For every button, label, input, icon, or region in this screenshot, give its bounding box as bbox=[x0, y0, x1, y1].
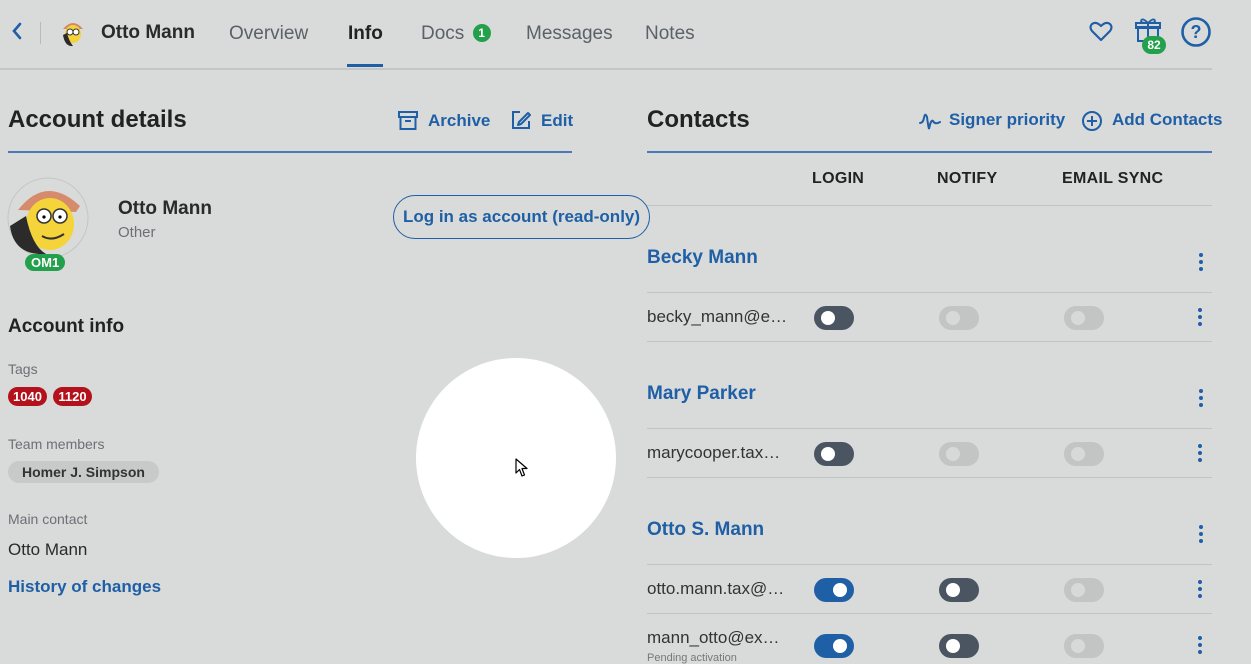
divider bbox=[647, 292, 1212, 293]
gift-count-badge: 82 bbox=[1142, 36, 1166, 54]
team-member-chip: Homer J. Simpson bbox=[8, 461, 159, 483]
divider bbox=[647, 428, 1212, 429]
help-icon[interactable]: ? bbox=[1180, 16, 1214, 50]
divider bbox=[647, 477, 1212, 478]
more-options-icon[interactable] bbox=[1196, 578, 1204, 600]
account-info-title: Account info bbox=[8, 316, 125, 337]
contact-email: marycooper.tax… bbox=[647, 443, 781, 462]
cursor-icon bbox=[515, 458, 529, 483]
email-sync-toggle bbox=[1064, 578, 1104, 602]
notify-toggle bbox=[939, 442, 979, 466]
login-toggle[interactable] bbox=[814, 442, 854, 466]
archive-button[interactable]: Archive bbox=[428, 111, 490, 131]
chevron-left-icon[interactable] bbox=[10, 20, 30, 44]
contact-name[interactable]: Otto S. Mann bbox=[647, 519, 764, 541]
edit-button[interactable]: Edit bbox=[541, 111, 573, 131]
login-toggle[interactable] bbox=[814, 306, 854, 330]
account-name: Otto Mann bbox=[118, 198, 212, 219]
account-type: Other bbox=[118, 224, 156, 241]
divider bbox=[8, 151, 572, 153]
tab-messages[interactable]: Messages bbox=[526, 23, 613, 45]
history-of-changes-link[interactable]: History of changes bbox=[8, 577, 161, 597]
tab-overview[interactable]: Overview bbox=[229, 23, 308, 45]
svg-text:?: ? bbox=[1191, 22, 1202, 42]
tab-info[interactable]: Info bbox=[348, 23, 383, 45]
more-options-icon[interactable] bbox=[1196, 442, 1204, 464]
notify-toggle bbox=[939, 306, 979, 330]
signature-icon[interactable] bbox=[918, 109, 942, 138]
main-contact-label: Main contact bbox=[8, 511, 88, 527]
divider bbox=[40, 22, 41, 44]
contacts-title: Contacts bbox=[647, 106, 750, 133]
main-contact-value: Otto Mann bbox=[8, 540, 88, 559]
contact-email: otto.mann.tax@… bbox=[647, 579, 785, 598]
divider bbox=[647, 613, 1212, 614]
account-details-title: Account details bbox=[8, 106, 187, 133]
tag: 1120 bbox=[53, 387, 92, 406]
archive-icon[interactable] bbox=[397, 109, 419, 136]
team-members-label: Team members bbox=[8, 436, 105, 452]
divider bbox=[647, 564, 1212, 565]
tab-docs-label: Docs bbox=[421, 23, 465, 44]
docs-count-badge: 1 bbox=[472, 24, 491, 42]
more-options-icon[interactable] bbox=[1197, 251, 1205, 273]
login-as-account-button[interactable]: Log in as account (read-only) bbox=[393, 195, 650, 239]
avatar bbox=[57, 15, 89, 47]
email-sync-toggle bbox=[1064, 634, 1104, 658]
tags-label: Tags bbox=[8, 361, 38, 377]
tab-notes[interactable]: Notes bbox=[645, 23, 695, 45]
active-tab-indicator bbox=[347, 64, 383, 67]
heart-icon[interactable] bbox=[1086, 16, 1120, 50]
tag: 1040 bbox=[8, 387, 47, 406]
account-id-badge: OM1 bbox=[25, 254, 66, 271]
contact-email: mann_otto@ex… bbox=[647, 628, 780, 647]
email-sync-toggle bbox=[1064, 306, 1104, 330]
tab-docs[interactable]: Docs 1 bbox=[421, 23, 491, 45]
column-notify: NOTIFY bbox=[937, 170, 998, 187]
email-sync-toggle bbox=[1064, 442, 1104, 466]
user-name[interactable]: Otto Mann bbox=[101, 22, 195, 44]
edit-icon[interactable] bbox=[510, 109, 532, 136]
tags-list: 1040 1120 bbox=[8, 387, 92, 406]
login-toggle[interactable] bbox=[814, 634, 854, 658]
contact-name[interactable]: Mary Parker bbox=[647, 383, 756, 405]
login-toggle[interactable] bbox=[814, 578, 854, 602]
account-avatar bbox=[6, 176, 90, 260]
notify-toggle[interactable] bbox=[939, 634, 979, 658]
column-email-sync: EMAIL SYNC bbox=[1062, 170, 1164, 187]
pending-activation-note: Pending activation bbox=[647, 652, 737, 664]
divider bbox=[647, 151, 1212, 153]
column-login: LOGIN bbox=[812, 170, 865, 187]
more-options-icon[interactable] bbox=[1196, 306, 1204, 328]
divider bbox=[647, 341, 1212, 342]
signer-priority-button[interactable]: Signer priority bbox=[949, 110, 1065, 130]
add-contacts-button[interactable]: Add Contacts bbox=[1112, 110, 1223, 130]
more-options-icon[interactable] bbox=[1197, 387, 1205, 409]
more-options-icon[interactable] bbox=[1196, 634, 1204, 656]
add-circle-icon[interactable] bbox=[1081, 110, 1103, 137]
contact-email: becky_mann@e… bbox=[647, 307, 788, 326]
more-options-icon[interactable] bbox=[1197, 523, 1205, 545]
divider bbox=[647, 205, 1212, 206]
notify-toggle[interactable] bbox=[939, 578, 979, 602]
contact-name[interactable]: Becky Mann bbox=[647, 247, 758, 269]
